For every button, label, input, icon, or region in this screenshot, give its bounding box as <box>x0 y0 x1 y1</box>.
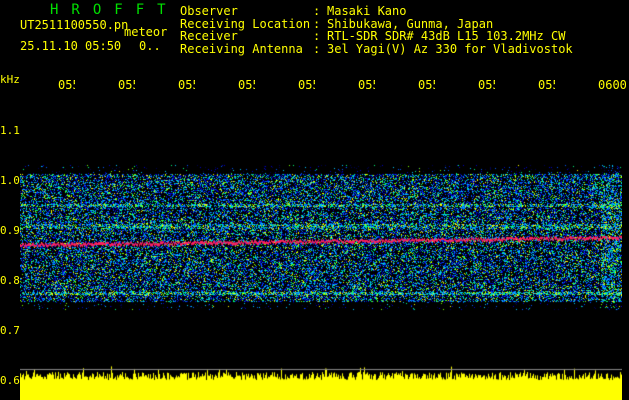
app-title: HROFFT <box>50 2 179 18</box>
x-tick: 0552 <box>118 78 135 92</box>
x-tick: 0600 <box>598 78 626 92</box>
file-name: UT2511100550.pn <box>20 18 129 32</box>
spectrogram <box>20 95 622 400</box>
x-tick: 0558 <box>478 78 495 92</box>
y-tick: 0.8 <box>0 274 20 287</box>
y-tick: 1.0 <box>0 174 20 187</box>
y-unit: kHz <box>0 73 20 86</box>
info-label: Receiving Antenna <box>180 41 303 56</box>
y-tick: 0.6 <box>0 374 20 387</box>
y-tick: 0.9 <box>0 224 20 237</box>
datetime: 25.11.10 05:50 <box>20 39 122 53</box>
info-value: 3el Yagi(V) Az 330 for Vladivostok <box>327 41 573 56</box>
x-tick: 0555 <box>298 78 315 92</box>
x-tick: 0551 <box>58 78 75 92</box>
x-tick: 0553 <box>178 78 195 92</box>
y-tick: 1.1 <box>0 124 20 137</box>
mode-label: meteor <box>124 25 168 39</box>
separator: : <box>313 41 321 56</box>
count: 0.. <box>139 39 161 53</box>
y-tick: 0.7 <box>0 324 20 337</box>
x-tick: 0559 <box>538 78 555 92</box>
x-tick: 0557 <box>418 78 435 92</box>
x-tick: 0556 <box>358 78 375 92</box>
x-tick: 0554 <box>238 78 255 92</box>
